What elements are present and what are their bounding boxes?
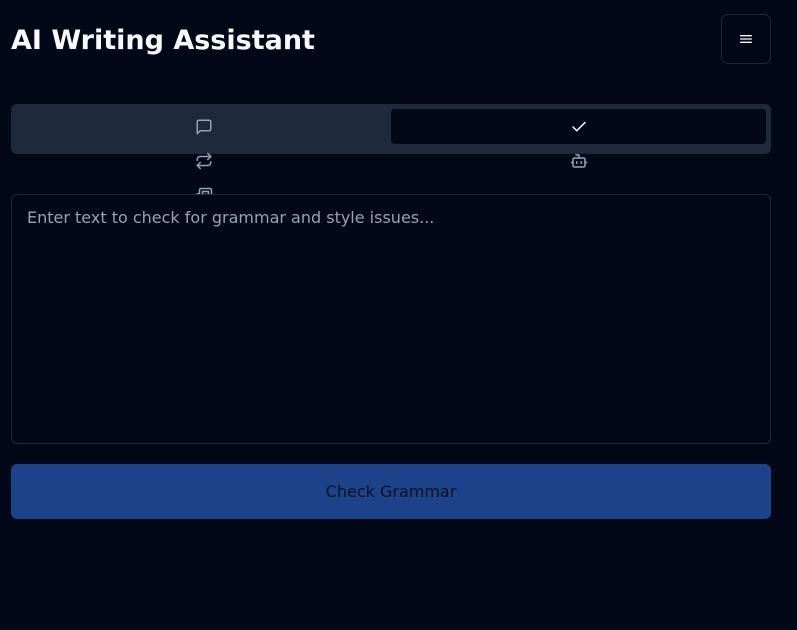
- check-grammar-button[interactable]: Check Grammar: [11, 464, 771, 519]
- menu-button[interactable]: [721, 14, 771, 64]
- app-title: AI Writing Assistant: [11, 25, 315, 56]
- newspaper-icon: [196, 187, 213, 194]
- tab-assistant[interactable]: [558, 150, 600, 172]
- tab-rephrase[interactable]: [183, 150, 225, 172]
- bot-icon: [570, 154, 588, 168]
- hamburger-menu-icon: [740, 35, 752, 43]
- tab-grammar[interactable]: [391, 109, 766, 144]
- grammar-text-input[interactable]: [11, 194, 771, 444]
- check-icon: [571, 121, 586, 131]
- repeat-icon: [196, 152, 212, 170]
- tab-summary[interactable]: [183, 184, 225, 194]
- tab-chat[interactable]: [183, 116, 225, 138]
- message-square-icon: [196, 119, 212, 135]
